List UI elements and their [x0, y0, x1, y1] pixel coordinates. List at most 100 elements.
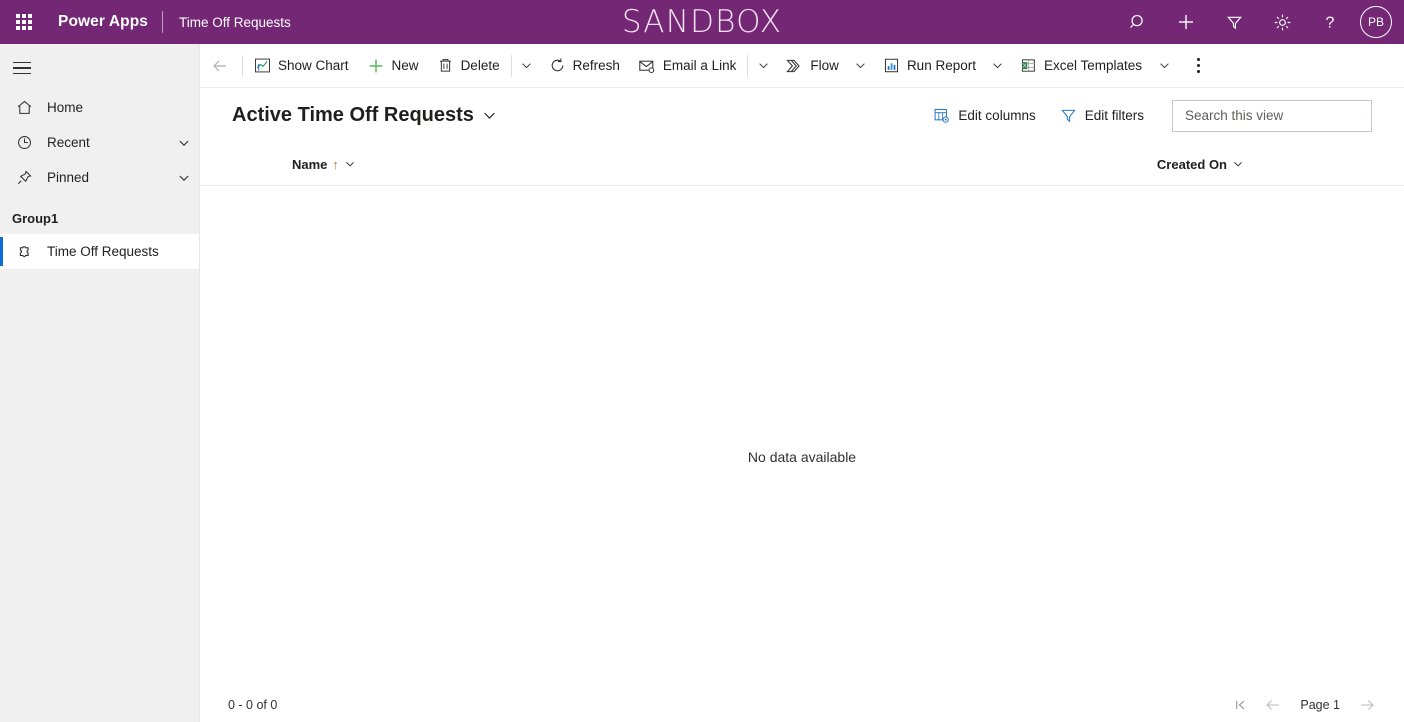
run-report-dropdown-button[interactable]	[985, 44, 1011, 88]
flow-button[interactable]: Flow	[776, 44, 848, 88]
app-name-label: Time Off Requests	[179, 14, 291, 30]
new-button[interactable]: New	[358, 44, 428, 88]
plus-green-icon	[369, 59, 382, 72]
more-commands-button[interactable]	[1183, 44, 1213, 88]
email-a-link-label: Email a Link	[662, 58, 737, 73]
puzzle-icon	[12, 243, 36, 261]
clock-icon	[12, 134, 36, 151]
grid-footer: 0 - 0 of 0 Page 1	[200, 687, 1404, 722]
next-page-button[interactable]	[1352, 690, 1382, 720]
excel-templates-dropdown-button[interactable]	[1151, 44, 1177, 88]
sidebar-item-pinned[interactable]: Pinned	[0, 160, 199, 195]
waffle-icon	[16, 14, 32, 30]
sidebar-item-label: Time Off Requests	[47, 244, 159, 259]
sidebar-item-time-off-requests[interactable]: Time Off Requests	[0, 234, 199, 269]
avatar[interactable]: PB	[1360, 6, 1392, 38]
chevron-down-icon	[522, 63, 531, 69]
chevron-down-icon[interactable]	[1232, 158, 1244, 170]
email-a-link-dropdown-button[interactable]	[750, 44, 776, 88]
search-view-box[interactable]	[1172, 99, 1372, 132]
edit-filters-label: Edit filters	[1084, 108, 1144, 123]
view-actions: Edit columns Edit filters	[923, 99, 1404, 132]
email-link-icon	[639, 60, 655, 73]
flow-label: Flow	[810, 58, 839, 73]
previous-page-icon	[1266, 699, 1280, 710]
sidebar-item-recent[interactable]: Recent	[0, 125, 199, 160]
plus-icon	[1179, 15, 1193, 29]
delete-button[interactable]: Delete	[428, 44, 509, 88]
search-input[interactable]	[1185, 108, 1362, 123]
sidebar-item-label: Home	[47, 100, 84, 115]
first-page-button[interactable]	[1226, 690, 1256, 720]
gear-icon	[1274, 14, 1290, 30]
back-arrow-icon	[213, 60, 226, 71]
previous-page-button[interactable]	[1258, 690, 1288, 720]
excel-templates-button[interactable]: X Excel Templates	[1011, 44, 1151, 88]
sidebar-toggle-button[interactable]	[0, 46, 44, 90]
header-actions: ? PB	[1114, 0, 1396, 44]
first-page-icon	[1236, 700, 1245, 709]
sidebar-item-home[interactable]: Home	[0, 90, 199, 125]
filter-icon	[1226, 16, 1242, 29]
run-report-label: Run Report	[906, 58, 976, 73]
environment-banner-text: SANDBOX	[621, 4, 783, 40]
svg-text:?: ?	[1326, 15, 1335, 32]
command-separator	[242, 54, 243, 77]
grid-body: No data available	[200, 186, 1404, 687]
sidebar-item-label: Pinned	[47, 170, 90, 185]
delete-dropdown-button[interactable]	[514, 44, 540, 88]
chart-icon	[255, 58, 270, 73]
next-page-icon	[1361, 699, 1374, 710]
back-button[interactable]	[200, 44, 240, 88]
chevron-down-icon[interactable]	[344, 158, 356, 170]
help-button[interactable]: ?	[1306, 0, 1354, 44]
pagination-controls: Page 1	[1226, 690, 1404, 720]
run-report-button[interactable]: Run Report	[874, 44, 985, 88]
record-count-label: 0 - 0 of 0	[228, 697, 278, 712]
view-selector[interactable]: Active Time Off Requests	[200, 104, 497, 127]
filter-button[interactable]	[1210, 0, 1258, 44]
trash-icon	[439, 59, 451, 72]
refresh-label: Refresh	[572, 58, 620, 73]
report-icon	[884, 58, 898, 73]
sidebar: Home Recent Pinned Group1 Time Off Reque…	[0, 44, 200, 722]
new-record-button[interactable]	[1162, 0, 1210, 44]
edit-filters-button[interactable]: Edit filters	[1050, 101, 1154, 130]
search-icon[interactable]	[1362, 107, 1363, 124]
refresh-button[interactable]: Refresh	[540, 44, 629, 88]
brand-title[interactable]: Power Apps	[48, 13, 162, 31]
view-bar: Active Time Off Requests Edit columns Ed…	[200, 88, 1404, 143]
page-title: Active Time Off Requests	[232, 104, 474, 126]
app-launcher-button[interactable]	[0, 0, 48, 44]
command-bar: Show Chart New Delete Refresh Email a Li…	[200, 44, 1404, 88]
sort-ascending-icon: ↑	[332, 156, 339, 172]
grid-column-headers: Name ↑ Created On	[200, 143, 1404, 186]
column-header-created-on[interactable]: Created On	[356, 143, 1244, 186]
sidebar-item-label: Recent	[47, 135, 90, 150]
chevron-down-icon	[856, 63, 866, 69]
pin-icon	[12, 169, 36, 186]
show-chart-button[interactable]: Show Chart	[245, 44, 358, 88]
flow-dropdown-button[interactable]	[848, 44, 874, 88]
svg-text:X: X	[1023, 63, 1027, 69]
excel-templates-label: Excel Templates	[1043, 58, 1143, 73]
search-button[interactable]	[1114, 0, 1162, 44]
hamburger-icon	[13, 58, 31, 79]
column-header-name[interactable]: Name ↑	[200, 143, 356, 186]
settings-button[interactable]	[1258, 0, 1306, 44]
page-number-label: Page 1	[1300, 697, 1340, 712]
email-a-link-button[interactable]: Email a Link	[629, 44, 746, 88]
chevron-down-icon	[993, 63, 1003, 69]
refresh-icon	[551, 58, 563, 72]
edit-filters-icon	[1061, 109, 1076, 123]
edit-columns-icon	[935, 108, 950, 123]
empty-state-message: No data available	[747, 448, 857, 465]
edit-columns-button[interactable]: Edit columns	[923, 101, 1045, 130]
help-icon: ?	[1326, 15, 1335, 32]
chevron-down-icon	[1159, 63, 1169, 69]
avatar-initials: PB	[1367, 15, 1384, 29]
chevron-down-icon[interactable]	[169, 136, 199, 150]
search-icon	[1129, 14, 1143, 28]
chevron-down-icon[interactable]	[169, 171, 199, 185]
new-label: New	[391, 58, 419, 73]
